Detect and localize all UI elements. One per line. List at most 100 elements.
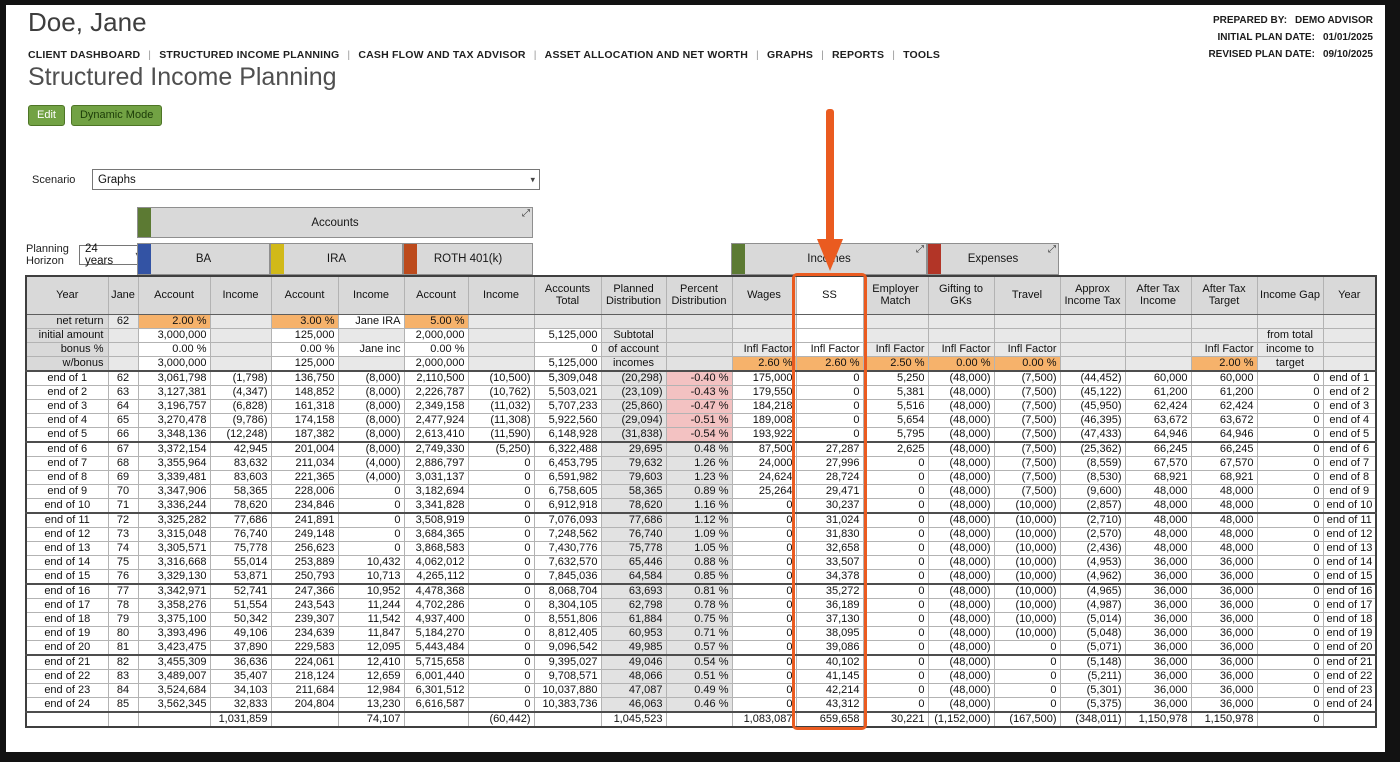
meta-cell[interactable]: 125,000 <box>270 355 339 372</box>
data-cell: 0 <box>1256 441 1324 457</box>
meta-cell <box>467 327 535 343</box>
data-cell: 60,953 <box>600 625 667 641</box>
meta-cell[interactable]: 2,000,000 <box>403 327 469 343</box>
data-cell: end of 2 <box>1322 384 1377 400</box>
data-cell: 0 <box>1256 426 1324 443</box>
data-cell: 3,341,828 <box>403 497 469 514</box>
expand-icon[interactable]: ⤢ <box>916 244 924 255</box>
meta-cell[interactable]: 3.00 % <box>270 313 339 329</box>
meta-cell <box>993 313 1061 329</box>
data-cell: (4,987) <box>1059 597 1126 613</box>
scenario-select[interactable]: Graphs ▾ <box>92 169 540 190</box>
data-cell: 52,741 <box>209 583 272 599</box>
meta-cell[interactable]: 2.50 % <box>862 355 929 372</box>
meta-cell[interactable]: 5,125,000 <box>533 327 602 343</box>
data-cell: 211,034 <box>270 455 339 471</box>
meta-cell[interactable]: 2.00 % <box>137 313 211 329</box>
data-cell: end of 20 <box>25 639 109 656</box>
nav-item-reports[interactable]: REPORTS <box>832 49 884 61</box>
data-cell: 3,372,154 <box>137 441 211 457</box>
meta-cell[interactable]: 0.00 % <box>403 341 469 357</box>
total-cell: 659,658 <box>795 710 864 727</box>
data-cell: end of 2 <box>25 384 109 400</box>
data-cell: 67 <box>107 441 139 457</box>
data-cell: (2,710) <box>1059 512 1126 528</box>
meta-cell[interactable]: 2.60 % <box>795 355 864 372</box>
meta-cell[interactable]: 3,000,000 <box>137 327 211 343</box>
meta-cell[interactable]: 0.00 % <box>927 355 995 372</box>
data-cell: 5,707,233 <box>533 398 602 414</box>
data-cell: 37,130 <box>795 611 864 627</box>
data-cell: end of 18 <box>1322 611 1377 627</box>
data-cell: -0.43 % <box>665 384 733 400</box>
nav-item-structured-income-planning[interactable]: STRUCTURED INCOME PLANNING <box>159 49 339 61</box>
meta-cell[interactable]: 5,125,000 <box>533 355 602 372</box>
nav-separator: | <box>148 49 152 61</box>
data-cell: 3,342,971 <box>137 583 211 599</box>
data-cell: end of 15 <box>1322 568 1377 585</box>
data-cell: 0.85 % <box>665 568 733 585</box>
data-cell: end of 24 <box>25 696 109 712</box>
data-cell: 33,507 <box>795 554 864 570</box>
planning-horizon-select[interactable]: 24 years ▾ <box>79 243 145 267</box>
meta-cell <box>1322 327 1377 343</box>
data-cell: (29,094) <box>600 412 667 428</box>
data-cell: 29,471 <box>795 483 864 499</box>
meta-cell[interactable]: 2.60 % <box>731 355 797 372</box>
meta-cell[interactable]: 0 <box>533 341 602 357</box>
data-cell: 0 <box>337 540 405 556</box>
data-cell: 3,375,100 <box>137 611 211 627</box>
data-cell: 0 <box>731 597 797 613</box>
meta-cell <box>209 341 272 357</box>
meta-cell[interactable]: 3,000,000 <box>137 355 211 372</box>
data-cell: 12,410 <box>337 654 405 670</box>
total-cell: (1,152,000) <box>927 710 995 727</box>
meta-cell[interactable]: 2,000,000 <box>403 355 469 372</box>
data-cell: 6,912,918 <box>533 497 602 514</box>
data-cell: 43,312 <box>795 696 864 712</box>
nav-item-tools[interactable]: TOOLS <box>903 49 940 61</box>
data-cell: (7,500) <box>993 441 1061 457</box>
total-cell: 74,107 <box>337 710 405 727</box>
data-cell: 3,393,496 <box>137 625 211 641</box>
data-cell: (10,000) <box>993 540 1061 556</box>
data-cell: (7,500) <box>993 469 1061 485</box>
meta-cell <box>1124 341 1192 357</box>
total-cell: 1,045,523 <box>600 710 667 727</box>
data-cell: 1.23 % <box>665 469 733 485</box>
meta-cell <box>795 327 864 343</box>
ira-color-block <box>271 244 284 274</box>
expand-icon[interactable]: ⤢ <box>1048 244 1056 255</box>
nav-item-asset-allocation-and-net-worth[interactable]: ASSET ALLOCATION AND NET WORTH <box>545 49 748 61</box>
meta-cell[interactable]: 5.00 % <box>403 313 469 329</box>
meta-cell[interactable]: 0.00 % <box>137 341 211 357</box>
data-cell: 58,365 <box>209 483 272 499</box>
nav-item-client-dashboard[interactable]: CLIENT DASHBOARD <box>28 49 140 61</box>
expand-icon[interactable]: ⤢ <box>522 208 530 219</box>
dynamic-mode-button[interactable]: Dynamic Mode <box>70 105 163 126</box>
meta-cell[interactable]: 125,000 <box>270 327 339 343</box>
meta-cell[interactable]: Jane IRA <box>337 313 405 329</box>
data-cell: 79 <box>107 611 139 627</box>
meta-cell[interactable]: Jane inc <box>337 341 405 357</box>
nav-item-cash-flow-and-tax-advisor[interactable]: CASH FLOW AND TAX ADVISOR <box>358 49 525 61</box>
data-cell: (5,048) <box>1059 625 1126 641</box>
meta-cell[interactable]: 2.00 % <box>1190 355 1258 372</box>
meta-cell <box>665 355 733 372</box>
data-cell: 75,778 <box>209 540 272 556</box>
nav-item-graphs[interactable]: GRAPHS <box>767 49 813 61</box>
data-cell: 0 <box>862 654 929 670</box>
meta-cell: incomes <box>600 355 667 372</box>
edit-button[interactable]: Edit <box>28 105 65 126</box>
data-cell: (48,000) <box>927 639 995 656</box>
data-cell: 228,006 <box>270 483 339 499</box>
total-cell <box>403 710 469 727</box>
total-cell: 30,221 <box>862 710 929 727</box>
data-cell: 10,383,736 <box>533 696 602 712</box>
data-cell: 76 <box>107 568 139 585</box>
total-cell: 0 <box>1256 710 1324 727</box>
meta-cell[interactable]: 0.00 % <box>993 355 1061 372</box>
data-cell: end of 9 <box>25 483 109 499</box>
meta-cell[interactable]: 0.00 % <box>270 341 339 357</box>
data-cell: 0 <box>795 412 864 428</box>
